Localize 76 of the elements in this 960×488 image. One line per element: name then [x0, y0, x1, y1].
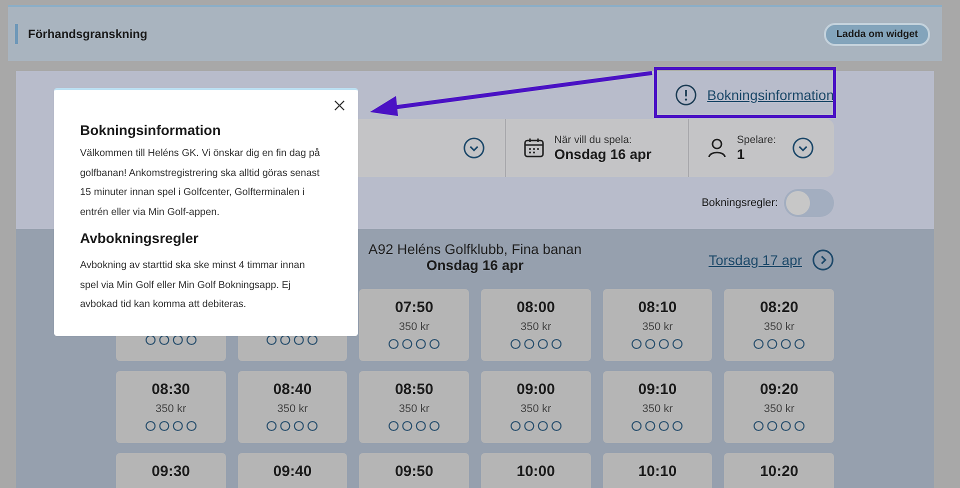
chevron-down-icon[interactable]: [463, 137, 486, 159]
price-text: 350 kr: [520, 321, 552, 334]
open-spots-icon: [510, 338, 562, 350]
filter-value[interactable]: Onsdag 16 apr: [554, 146, 652, 162]
dialog-section-title: Avbokningsregler: [80, 230, 200, 246]
close-icon[interactable]: [334, 100, 345, 111]
tee-time-card[interactable]: 09:50: [359, 453, 469, 488]
tee-time-card[interactable]: 08:40 350 kr: [238, 371, 348, 443]
booking-rules-label: Bokningsregler:: [702, 197, 778, 209]
price-text: 350 kr: [156, 403, 186, 416]
tee-time: 09:10: [638, 381, 677, 399]
price-text: 350 kr: [764, 403, 794, 416]
tee-time-card[interactable]: 08:00 350 kr: [480, 289, 591, 361]
tee-time: 08:10: [638, 299, 677, 317]
tee-time: 09:30: [152, 463, 190, 481]
open-spots-icon: [144, 334, 197, 346]
tee-time-card[interactable]: 09:00 350 kr: [480, 371, 591, 443]
tee-time-card[interactable]: 08:20 350 kr: [724, 289, 834, 361]
filter-label: När vill du spela:: [554, 134, 633, 146]
tee-time: 08:30: [152, 381, 190, 399]
tee-time-card[interactable]: 09:30: [116, 453, 226, 488]
info-icon: [675, 84, 698, 106]
chevron-right-icon[interactable]: [812, 249, 834, 271]
tee-time: 08:20: [760, 299, 798, 317]
open-spots-icon: [753, 338, 806, 350]
preview-title: Förhandsgranskning: [28, 27, 148, 41]
open-spots-icon: [388, 420, 440, 432]
tee-time-card[interactable]: 07:50 350 kr: [359, 289, 469, 361]
price-text: 350 kr: [642, 321, 673, 334]
price-text: 350 kr: [764, 321, 794, 334]
open-spots-icon: [631, 338, 684, 350]
tee-time: 09:50: [394, 463, 434, 481]
dialog-title: Bokningsinformation: [80, 122, 222, 138]
tee-time: 08:50: [394, 381, 434, 399]
tee-time-card[interactable]: 09:10 350 kr: [602, 371, 712, 443]
tee-time-card[interactable]: 08:30 350 kr: [116, 371, 226, 443]
tee-time: 08:00: [516, 299, 555, 317]
tee-time-card[interactable]: 10:20: [724, 453, 834, 488]
booking-info-link[interactable]: Bokningsinformation: [707, 87, 834, 103]
tee-time: 08:40: [273, 381, 312, 399]
tee-time-card[interactable]: 08:10 350 kr: [602, 289, 712, 361]
tee-time: 09:00: [516, 381, 555, 399]
tee-time-card[interactable]: 08:50 350 kr: [359, 371, 469, 443]
tee-time: 09:20: [760, 381, 798, 399]
dialog-text: Välkommen till Heléns GK. Vi önskar dig en fin dag på golfbanan! Ankomstregistrering ska alltid göras senast 15 minuter innan spel i Golfcenter, Golfterminalen i entrén eller via Min Golf-appen.: [80, 147, 321, 220]
chevron-down-icon[interactable]: [792, 137, 814, 159]
booking-rules-toggle[interactable]: [784, 189, 834, 217]
price-text: 350 kr: [398, 321, 430, 334]
open-spots-icon: [266, 420, 318, 432]
open-spots-icon: [266, 334, 318, 346]
filter-value[interactable]: 1: [736, 146, 776, 162]
dialog-section-text: Avbokning av starttid ska ske minst 4 timmar innan spel via Min Golf eller Min Golf Bokningsapp. Ej avbokad tid kan komma att debiteras.: [80, 259, 306, 312]
tee-time: 10:20: [760, 463, 798, 481]
tee-time: 09:40: [273, 463, 312, 481]
open-spots-icon: [753, 420, 806, 432]
course-name: A92 Heléns Golfklubb, Fina banan: [368, 241, 582, 257]
tee-time-card[interactable]: 09:40: [238, 453, 348, 488]
tee-time: 07:50: [394, 299, 434, 317]
schedule-date: Onsdag 16 apr: [426, 257, 524, 273]
open-spots-icon: [144, 420, 197, 432]
open-spots-icon: [510, 420, 562, 432]
open-spots-icon: [388, 338, 440, 350]
reload-widget-button[interactable]: Ladda om widget: [824, 22, 930, 46]
tee-time: 10:10: [638, 463, 677, 481]
price-text: 350 kr: [277, 403, 308, 416]
price-text: 350 kr: [398, 403, 430, 416]
price-text: 350 kr: [520, 403, 552, 416]
tee-time-card[interactable]: 09:20 350 kr: [724, 371, 834, 443]
tee-time: 10:00: [516, 463, 555, 481]
tee-time-card[interactable]: 10:10: [602, 453, 712, 488]
price-text: 350 kr: [642, 403, 673, 416]
tee-time-card[interactable]: 10:00: [480, 453, 591, 488]
next-day-link[interactable]: Torsdag 17 apr: [708, 252, 802, 268]
calendar-icon: [522, 136, 546, 160]
open-spots-icon: [631, 420, 684, 432]
filter-label: Spelare:: [736, 134, 776, 146]
